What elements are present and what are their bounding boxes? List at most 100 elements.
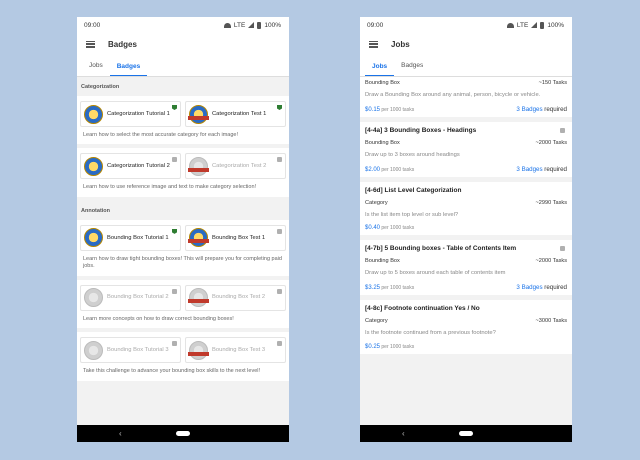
earned-check-icon [172,105,177,110]
job-price: $0.15 [365,106,381,113]
back-icon[interactable]: ‹ [119,429,122,438]
job-meta: Bounding Box ~150 Tasks [365,80,567,86]
job-pay: $0.40 per 1000 tasks [365,225,414,231]
job-description: Draw up to 3 boxes around headings [365,151,460,158]
badge-card[interactable]: Categorization Tutorial 2 [80,153,181,180]
lock-icon [560,127,565,133]
signal-icon [248,22,255,28]
job-price-unit: per 1000 tasks [381,344,415,351]
jobs-list[interactable]: Bounding Box ~150 Tasks Draw a Bounding Bo… [360,77,572,425]
wifi-icon [506,22,514,28]
badge-group-description: Learn how to use reference image and tex… [83,184,257,191]
badges-screen: 09:00 LTE 100% Badges Jobs Badges Catego… [77,17,289,442]
badge-card[interactable]: Categorization Test 1 [185,101,286,127]
badge-card[interactable]: Bounding Box Tutorial 3 [80,337,181,364]
lock-icon [172,288,177,294]
job-category: Bounding Box [365,80,400,86]
system-nav-bar: ‹ [77,425,289,442]
tab-badges[interactable]: Badges [109,63,148,76]
home-icon[interactable] [459,431,473,436]
lock-icon [277,157,282,163]
badge-group-description: Learn how to select the most accurate ca… [83,132,238,138]
badges-required-label: required [544,165,567,173]
job-card[interactable]: [4-4a] 3 Bounding Boxes - Headings Boundi… [360,121,572,177]
badge-card[interactable]: Bounding Box Test 1 [185,224,286,251]
tab-jobs[interactable]: Jobs [365,63,395,76]
badge-medal-icon [84,228,103,248]
badges-required[interactable]: 3 Badges required [516,284,567,291]
status-time: 09:00 [367,21,384,29]
job-card[interactable]: [4-8c] Footnote continuation Yes / No Cat… [360,300,572,355]
badge-group: Bounding Box Tutorial 1 Bounding Box Test… [77,219,289,276]
job-task-count: ~2000 Tasks [535,139,567,146]
job-pay: $3.25 per 1000 tasks [365,285,414,291]
job-category: Bounding Box [365,258,400,265]
job-footer: $0.25 per 1000 tasks [365,344,567,350]
badge-medal-icon [188,288,209,308]
badges-required[interactable]: 3 Badges required [516,166,567,173]
job-price: $0.40 [365,225,381,232]
badge-name: Categorization Test 2 [212,163,267,170]
badge-card[interactable]: Bounding Box Test 3 [185,337,286,364]
job-footer: $2.00 per 1000 tasks 3 Badges required [365,166,567,173]
badges-list[interactable]: Categorization Categorization Tutorial 1C… [77,77,289,425]
wifi-icon [223,22,231,28]
job-price: $3.25 [365,285,381,292]
job-category: Bounding Box [365,139,400,146]
page-title: Badges [108,39,137,49]
job-task-count: ~2000 Tasks [535,258,567,265]
badge-card[interactable]: Bounding Box Tutorial 1 [80,224,181,251]
badge-card[interactable]: Categorization Tutorial 1 [80,101,181,127]
job-title: [4-6d] List Level Categorization [365,186,462,194]
jobs-screen: 09:00 LTE 100% Jobs Jobs Badges Bounding… [360,17,572,442]
badge-row: Categorization Tutorial 1 Categorization … [80,101,286,127]
badge-group-description: Take this challenge to advance your boun… [83,368,261,375]
badge-card[interactable]: Bounding Box Tutorial 2 [80,284,181,311]
job-task-count: ~2990 Tasks [535,199,567,206]
job-description: Is the list item top level or sub level? [365,211,459,218]
badge-name: Categorization Test 1 [212,110,267,117]
status-bar: 09:00 LTE 100% [77,17,289,33]
back-icon[interactable]: ‹ [402,429,405,438]
job-title: [4-8c] Footnote continuation Yes / No [365,305,480,313]
tab-jobs[interactable]: Jobs [82,62,110,76]
badge-name: Bounding Box Tutorial 3 [107,346,169,353]
job-card[interactable]: [4-6d] List Level Categorization Category… [360,181,572,236]
battery-icon [257,21,262,29]
tab-badges[interactable]: Badges [394,62,430,76]
badge-group: Categorization Tutorial 1 Categorization … [77,96,289,145]
page-title: Jobs [391,39,410,49]
badges-required-count[interactable]: 3 Badges [516,284,542,291]
badge-name: Bounding Box Test 2 [212,294,266,301]
badge-card[interactable]: Bounding Box Test 2 [185,284,286,311]
job-price-unit: per 1000 tasks [381,166,415,173]
job-price-unit: per 1000 tasks [381,106,415,113]
job-meta: Category ~3000 Tasks [365,318,567,324]
job-title: [4-4a] 3 Bounding Boxes - Headings [365,126,477,134]
job-description: Is the footnote continued from a previou… [365,330,496,337]
badge-card[interactable]: Categorization Test 2 [185,153,286,180]
status-bar: 09:00 LTE 100% [360,17,572,33]
badge-name: Bounding Box Test 1 [212,234,266,241]
job-card[interactable]: Bounding Box ~150 Tasks Draw a Bounding Bo… [360,77,572,117]
badge-name: Bounding Box Test 3 [212,346,266,353]
menu-icon[interactable] [369,40,378,48]
lock-icon [277,341,282,347]
home-icon[interactable] [176,431,190,436]
badges-required-count[interactable]: 3 Badges [516,166,542,173]
job-pay: $0.25 per 1000 tasks [365,344,414,350]
job-footer: $0.40 per 1000 tasks [365,225,567,231]
job-card[interactable]: [4-7b] 5 Bounding boxes - Table of Conte… [360,240,572,296]
badge-medal-icon [188,228,209,248]
menu-icon[interactable] [86,40,95,48]
job-description: Draw a Bounding Box around any animal, p… [365,92,541,98]
badges-required[interactable]: 3 Badges required [516,106,567,113]
app-bar: Badges [77,33,289,55]
job-meta: Bounding Box ~2000 Tasks [365,258,567,264]
badges-required-count[interactable]: 3 Badges [516,106,542,113]
network-label: LTE [233,21,246,29]
lock-icon [172,157,177,163]
job-meta: Category ~2990 Tasks [365,200,567,206]
badge-row: Bounding Box Tutorial 1 Bounding Box Test… [80,224,286,251]
section-header: Categorization [77,77,289,96]
